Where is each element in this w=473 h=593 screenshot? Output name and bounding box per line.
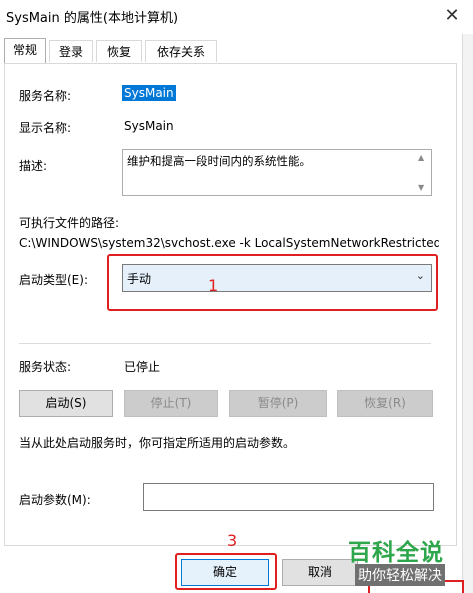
- start-button[interactable]: 启动(S): [19, 390, 113, 417]
- annotation-box-3: [175, 553, 277, 590]
- window-title: SysMain 的属性(本地计算机): [6, 11, 179, 26]
- title-bar: SysMain 的属性(本地计算机) ✕: [0, 0, 473, 32]
- description-textbox[interactable]: 维护和提高一段时间内的系统性能。 ▲ ▼: [122, 149, 432, 196]
- annotation-box-1: [107, 254, 438, 311]
- display-name-value[interactable]: SysMain: [124, 119, 174, 133]
- description-label: 描述:: [19, 159, 48, 173]
- service-status-value: 已停止: [124, 360, 161, 374]
- stop-button[interactable]: 停止(T): [124, 390, 218, 417]
- service-name-value[interactable]: SysMain: [122, 85, 176, 101]
- tab-recovery[interactable]: 恢复: [96, 40, 142, 62]
- annotation-marker-1: 1: [208, 276, 219, 295]
- tab-logon[interactable]: 登录: [49, 40, 93, 62]
- resume-button[interactable]: 恢复(R): [337, 390, 433, 417]
- start-params-input[interactable]: [143, 483, 434, 511]
- scroll-down-icon[interactable]: ▼: [418, 183, 424, 192]
- start-params-hint: 当从此处启动服务时，你可指定所适用的启动参数。: [19, 436, 296, 450]
- start-params-label: 启动参数(M):: [19, 493, 91, 507]
- cancel-button[interactable]: 取消: [282, 559, 358, 586]
- annotation-marker-3: 3: [227, 531, 238, 550]
- background-window-strip: [462, 34, 473, 593]
- divider: [19, 343, 431, 344]
- exe-path-value[interactable]: C:\WINDOWS\system32\svchost.exe -k Local…: [19, 236, 439, 250]
- watermark-slogan: 助你轻松解决: [355, 564, 445, 586]
- close-icon[interactable]: ✕: [437, 3, 467, 29]
- startup-type-label: 启动类型(E):: [19, 273, 88, 287]
- display-name-label: 显示名称:: [19, 121, 72, 135]
- tab-general[interactable]: 常规: [4, 38, 46, 63]
- pause-button[interactable]: 暂停(P): [229, 390, 327, 417]
- exe-path-label: 可执行文件的路径:: [19, 216, 120, 230]
- service-name-text: SysMain: [122, 85, 176, 101]
- description-text: 维护和提高一段时间内的系统性能。: [127, 154, 311, 168]
- service-name-label: 服务名称:: [19, 89, 72, 103]
- watermark-logo-text: 百科全说: [348, 540, 444, 566]
- description-scrollbar[interactable]: ▲ ▼: [415, 150, 431, 195]
- tab-dependencies[interactable]: 依存关系: [145, 40, 217, 62]
- service-status-label: 服务状态:: [19, 360, 72, 374]
- scroll-up-icon[interactable]: ▲: [418, 153, 424, 162]
